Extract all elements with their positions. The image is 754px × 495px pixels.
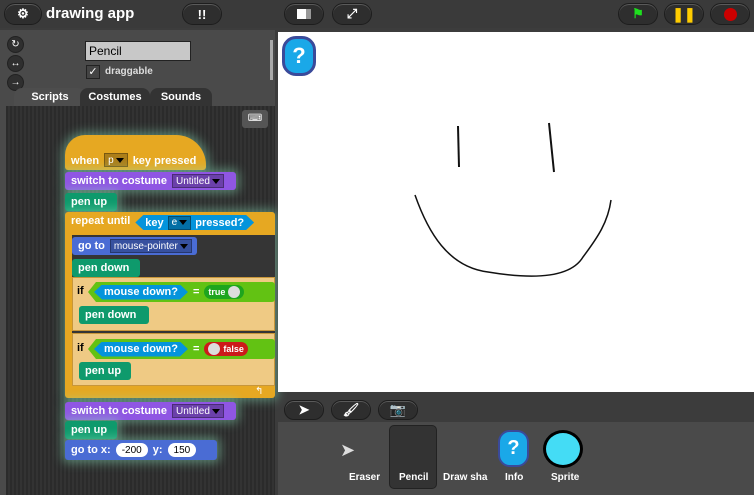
stage[interactable]: [278, 32, 754, 392]
switch-costume-block[interactable]: switch to costume Untitled: [65, 172, 236, 190]
flag-icon: ⚑: [632, 6, 644, 21]
block-label: pressed?: [195, 216, 245, 229]
pen-down-block[interactable]: pen down: [72, 259, 140, 277]
mouse-down-block[interactable]: mouse down?: [94, 285, 188, 300]
block-label: y:: [152, 444, 163, 456]
green-flag-button[interactable]: ⚑: [618, 3, 658, 25]
gear-icon: ⚙: [17, 6, 29, 21]
block-label: false: [223, 344, 244, 354]
tab-scripts[interactable]: Scripts: [14, 88, 86, 106]
pen-down-block[interactable]: pen down: [79, 306, 149, 324]
block-label: repeat until: [71, 215, 131, 227]
if-label: if: [77, 342, 84, 354]
tab-costumes[interactable]: Costumes: [80, 88, 150, 106]
y-input[interactable]: 150: [167, 443, 197, 457]
pen-up-block[interactable]: pen up: [65, 421, 117, 439]
corral-label-draw-shapes[interactable]: Draw sha: [443, 472, 487, 483]
tab-sounds[interactable]: Sounds: [150, 88, 212, 106]
equals-block[interactable]: mouse down? = true: [88, 282, 275, 302]
drawing-canvas: [414, 122, 612, 277]
info-sprite-icon[interactable]: ?: [498, 430, 529, 467]
select-tool-button[interactable]: ➤: [284, 400, 324, 420]
block-label: switch to costume: [71, 405, 167, 417]
arrow-icon: ➤: [298, 402, 310, 417]
costume-dropdown[interactable]: Untitled: [171, 404, 224, 418]
corral-label-info[interactable]: Info: [505, 472, 523, 483]
corral-label-eraser[interactable]: Eraser: [349, 472, 380, 483]
equals-sign: =: [192, 343, 200, 355]
normal-stage-button[interactable]: [284, 3, 324, 25]
equals-sign: =: [192, 286, 200, 298]
x-input[interactable]: -200: [115, 443, 148, 457]
eraser-arrow-icon: ➤: [340, 440, 356, 460]
block-label: go to: [78, 240, 105, 252]
stop-button[interactable]: [710, 3, 750, 25]
block-label: key pressed: [132, 155, 197, 167]
project-title: drawing app: [46, 5, 135, 22]
equals-block[interactable]: mouse down? = false: [88, 339, 275, 359]
block-label: mouse down?: [104, 343, 178, 355]
block-label: switch to costume: [71, 175, 167, 187]
draggable-label: draggable: [105, 66, 153, 77]
flip-button[interactable]: ↔: [7, 55, 24, 72]
camera-button[interactable]: 📷: [378, 400, 418, 420]
pen-up-block[interactable]: pen up: [79, 362, 131, 380]
switch-costume-block[interactable]: switch to costume Untitled: [65, 402, 236, 420]
go-to-xy-block[interactable]: go to x: -200 y: 150: [65, 440, 217, 460]
toggle-knob: [208, 343, 221, 355]
sprite-thumb-circle[interactable]: [543, 430, 583, 468]
block-label: key: [145, 216, 164, 229]
key-pressed-block[interactable]: key e pressed?: [135, 215, 254, 230]
block-label: go to x:: [71, 444, 111, 456]
draggable-checkbox[interactable]: ✓: [86, 65, 100, 79]
paint-button[interactable]: 🖌: [331, 400, 371, 420]
rotate-button[interactable]: ↻: [7, 36, 24, 53]
stop-icon: [723, 7, 737, 21]
false-toggle[interactable]: false: [204, 342, 248, 356]
if-label: if: [77, 285, 84, 297]
block-label: when: [71, 155, 100, 167]
key-dropdown[interactable]: e: [168, 216, 192, 230]
block-label: true: [208, 287, 226, 297]
loop-arrow-icon: ↰: [255, 386, 264, 397]
pause-button[interactable]: ❚❚: [664, 3, 704, 25]
fullscreen-button[interactable]: ⤢: [332, 3, 372, 25]
settings-button[interactable]: ⚙: [4, 3, 42, 25]
target-dropdown[interactable]: mouse-pointer: [109, 239, 192, 253]
go-to-block[interactable]: go to mouse-pointer: [72, 237, 197, 255]
true-toggle[interactable]: true: [204, 285, 245, 299]
pause-icon: ❚❚: [672, 5, 696, 22]
key-dropdown[interactable]: p: [104, 153, 128, 167]
keyboard-icon[interactable]: ⌨: [242, 110, 268, 128]
stage-mode-button[interactable]: !!: [182, 3, 222, 25]
mouse-down-block[interactable]: mouse down?: [94, 342, 188, 357]
footprints-icon: !!: [197, 6, 207, 22]
costume-dropdown[interactable]: Untitled: [171, 174, 224, 188]
corral-label-pencil[interactable]: Pencil: [399, 472, 428, 483]
stage-size-icon: [297, 9, 311, 19]
when-key-pressed-block[interactable]: when p key pressed: [65, 135, 206, 170]
block-label: mouse down?: [104, 286, 178, 298]
sprite-name-input[interactable]: [85, 41, 191, 61]
expand-icon: ⤢: [346, 6, 358, 21]
question-sprite-icon[interactable]: ?: [282, 36, 316, 76]
brush-icon: 🖌: [342, 402, 360, 417]
pen-up-block[interactable]: pen up: [65, 193, 117, 211]
scrollbar[interactable]: [270, 40, 273, 80]
toggle-knob: [228, 286, 241, 298]
corral-label-sprite[interactable]: Sprite: [551, 472, 579, 483]
camera-icon: 📷: [389, 402, 407, 417]
